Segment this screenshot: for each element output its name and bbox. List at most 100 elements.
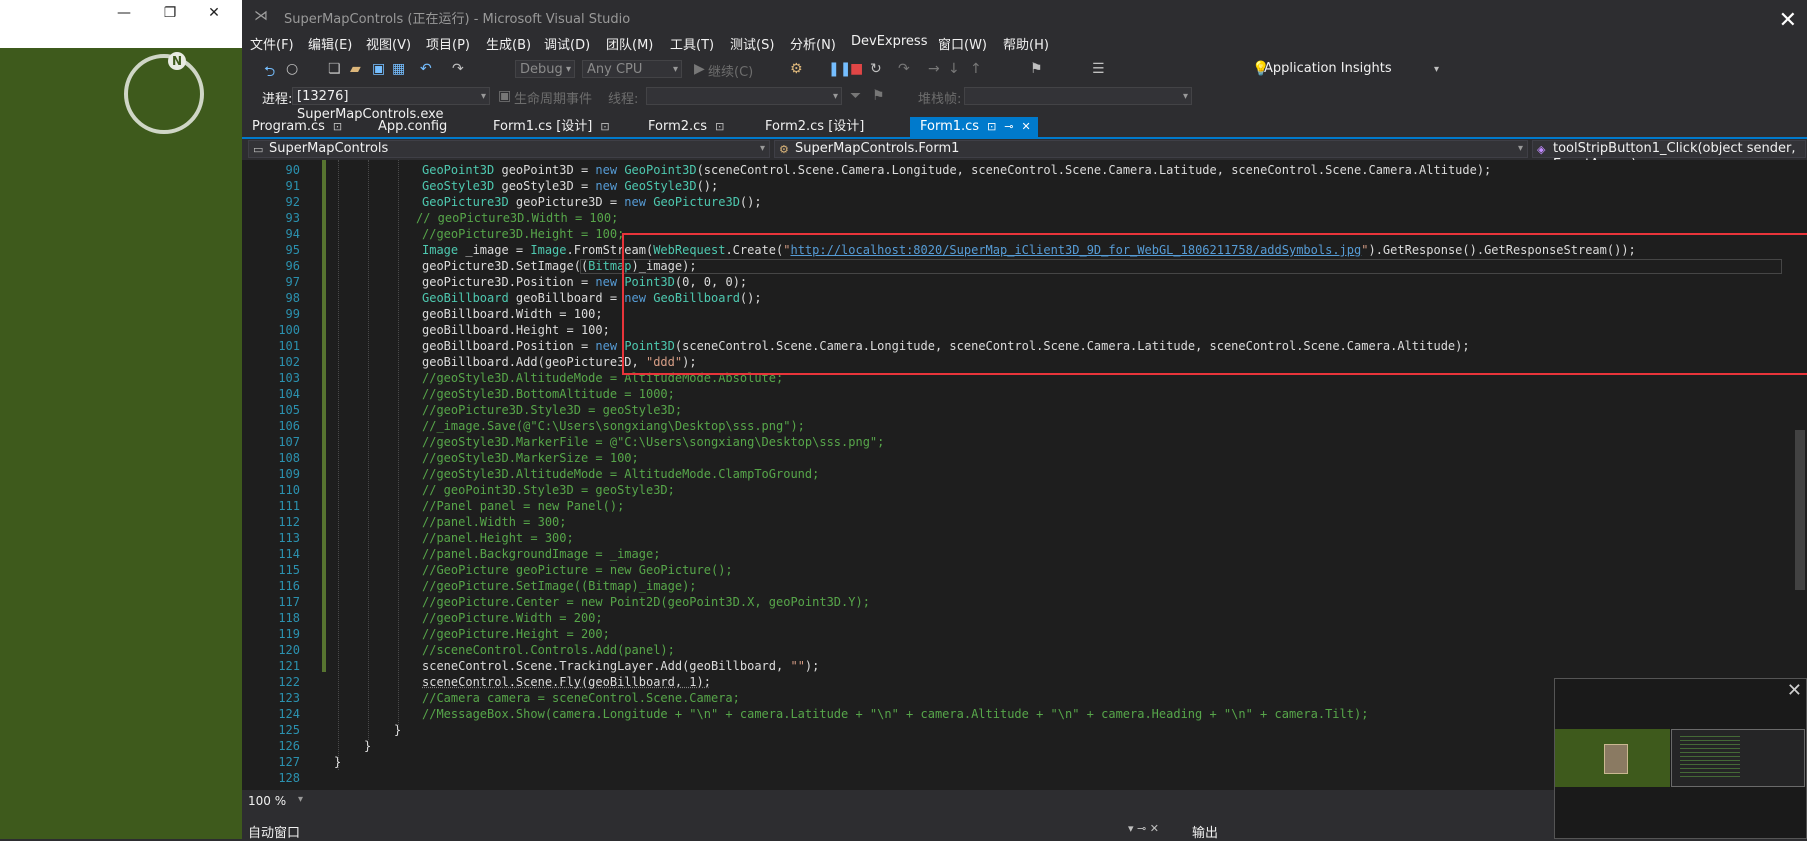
code-text[interactable]: //geoStyle3D.MarkerFile = @"C:\Users\son… [422,434,884,450]
flag-icon[interactable]: ⚑ [872,88,885,104]
menu-view[interactable]: 视图(V) [366,34,411,53]
code-text[interactable]: //geoPicture.Center = new Point2D(geoPoi… [422,594,870,610]
code-text[interactable]: //geoPicture.Height = 200; [422,626,610,642]
stack-frame-dropdown[interactable]: ▾ [964,87,1192,105]
code-text[interactable]: } [334,754,341,770]
code-text[interactable]: // geoPicture3D.Width = 100; [416,210,618,226]
comment-icon[interactable]: ☰ [1092,61,1105,77]
lifecycle-events-button[interactable]: 生命周期事件 [514,88,592,107]
thumbnail-scene-app[interactable] [1555,729,1670,787]
code-text[interactable]: sceneControl.Scene.Fly(geoBillboard, 1); [422,674,711,690]
thread-dropdown[interactable]: ▾ [646,87,842,105]
tab-form2-design[interactable]: Form2.cs [设计] [755,117,864,137]
project-dropdown[interactable]: ▭ SuperMapControls ▾ [248,140,770,158]
new-project-icon[interactable]: ❏ [328,61,341,77]
menu-file[interactable]: 文件(F) [250,34,294,53]
thumbnail-visual-studio[interactable] [1671,729,1805,787]
bookmark-icon[interactable]: ⚑ [1030,61,1043,77]
stop-icon[interactable]: ■ [850,61,863,77]
code-text[interactable]: //_image.Save(@"C:\Users\songxiang\Deskt… [422,418,805,434]
process-dropdown[interactable]: [13276] SuperMapControls.exe ▾ [292,87,490,122]
menu-debug[interactable]: 调试(D) [544,34,590,53]
code-text[interactable]: //geoStyle3D.MarkerSize = 100; [422,450,639,466]
platform-dropdown[interactable]: Any CPU ▾ [582,60,682,78]
code-text[interactable]: GeoPoint3D geoPoint3D = new GeoPoint3D(s… [422,162,1491,178]
code-text[interactable]: //GeoPicture geoPicture = new GeoPicture… [422,562,733,578]
minimize-button[interactable]: — [104,2,144,24]
code-text[interactable]: //geoStyle3D.AltitudeMode = AltitudeMode… [422,466,819,482]
configuration-dropdown[interactable]: Debug ▾ [515,60,575,78]
filter-icon[interactable]: ⏷ [850,88,861,104]
pin-icon[interactable]: ▾ ⊸ ✕ [1128,822,1159,835]
close-button[interactable]: ✕ [194,2,234,24]
close-icon[interactable]: ✕ [1022,120,1031,133]
code-text[interactable]: GeoStyle3D geoStyle3D = new GeoStyle3D()… [422,178,718,194]
vs-close-button[interactable]: ✕ [1779,8,1797,33]
code-text[interactable]: //panel.Width = 300; [422,514,567,530]
code-text[interactable]: //geoPicture.SetImage((Bitmap)_image); [422,578,697,594]
pause-icon[interactable]: ❚❚ [828,61,851,77]
menu-tools[interactable]: 工具(T) [670,34,714,53]
member-dropdown[interactable]: ◈toolStripButton1_Click(object sender, E… [1532,140,1806,172]
code-text[interactable]: //geoStyle3D.BottomAltitude = 1000; [422,386,675,402]
code-text[interactable]: //Camera camera = sceneControl.Scene.Cam… [422,690,740,706]
scene-view[interactable] [0,0,242,839]
step-over-icon[interactable]: ↓ [948,61,960,77]
continue-button[interactable]: 继续(C) [708,61,753,80]
code-text[interactable]: geoBillboard.Height = 100; [422,322,610,338]
menu-build[interactable]: 生成(B) [486,34,531,53]
application-insights-button[interactable]: Application Insights [1264,61,1392,76]
menu-test[interactable]: 测试(S) [730,34,774,53]
step-into-icon[interactable]: → [928,61,940,77]
play-icon[interactable]: ▶ [694,61,705,77]
tab-form1-design[interactable]: Form1.cs [设计] ⊡ [483,117,610,137]
tab-form2-cs[interactable]: Form2.cs ⊡ [638,117,724,137]
autos-window-title[interactable]: 自动窗口 [248,822,300,841]
class-dropdown[interactable]: ⚙ SuperMapControls.Form1 ▾ [774,140,1528,158]
code-text[interactable]: sceneControl.Scene.TrackingLayer.Add(geo… [422,658,819,674]
redo-icon[interactable]: ↷ [452,61,464,77]
save-icon[interactable]: ▣ [372,61,385,77]
menu-devexpress[interactable]: DevExpress [851,34,927,49]
step-out-icon[interactable]: ↑ [970,61,982,77]
code-text[interactable]: //Panel panel = new Panel(); [422,498,624,514]
taskbar-thumbnail-preview[interactable]: ✕ [1554,678,1807,839]
code-text[interactable]: //geoPicture.Width = 200; [422,610,603,626]
restart-icon[interactable]: ↻ [870,61,882,77]
show-next-statement-icon[interactable]: ↷ [898,61,910,77]
close-icon[interactable]: ✕ [1787,680,1802,701]
compass-control[interactable]: N [124,52,204,134]
code-text[interactable]: //geoPicture3D.Height = 100; [422,226,624,242]
tab-app-config[interactable]: App.config [368,117,447,137]
menu-analyze[interactable]: 分析(N) [790,34,836,53]
code-text[interactable]: //MessageBox.Show(camera.Longitude + "\n… [422,706,1368,722]
code-text[interactable]: GeoPicture3D geoPicture3D = new GeoPictu… [422,194,762,210]
tab-program-cs[interactable]: Program.cs ⊡ [242,117,342,137]
menu-help[interactable]: 帮助(H) [1003,34,1049,53]
tab-form1-cs[interactable]: Form1.cs ⊡ ⊸ ✕ [910,117,1038,137]
menu-edit[interactable]: 编辑(E) [308,34,352,53]
restore-button[interactable]: ❐ [150,2,190,24]
code-text[interactable]: //sceneControl.Controls.Add(panel); [422,642,675,658]
code-text[interactable]: } [394,722,401,738]
code-text[interactable]: geoBillboard.Width = 100; [422,306,603,322]
chevron-down-icon[interactable]: ▾ [298,794,303,805]
save-all-icon[interactable]: ▦ [392,61,405,77]
forward-icon[interactable]: ○ [286,61,298,77]
code-text[interactable]: //geoPicture3D.Style3D = geoStyle3D; [422,402,682,418]
menu-team[interactable]: 团队(M) [606,34,653,53]
code-text[interactable]: //panel.Height = 300; [422,530,574,546]
pin-icon[interactable]: ⊸ [1004,120,1013,133]
code-text[interactable]: } [364,738,371,754]
scrollbar-thumb[interactable] [1795,430,1805,590]
open-folder-icon[interactable]: ▰ [350,61,361,77]
menu-window[interactable]: 窗口(W) [938,34,987,53]
zoom-level[interactable]: 100 % [248,794,286,808]
back-icon[interactable]: ⮌ [264,61,275,85]
attach-icon[interactable]: ⚙ [790,61,803,77]
chevron-down-icon[interactable]: ▾ [1434,64,1439,75]
menu-project[interactable]: 项目(P) [426,34,470,53]
output-window-title[interactable]: 输出 [1192,822,1218,841]
code-text[interactable]: //panel.BackgroundImage = _image; [422,546,660,562]
code-text[interactable]: // geoPoint3D.Style3D = geoStyle3D; [422,482,675,498]
